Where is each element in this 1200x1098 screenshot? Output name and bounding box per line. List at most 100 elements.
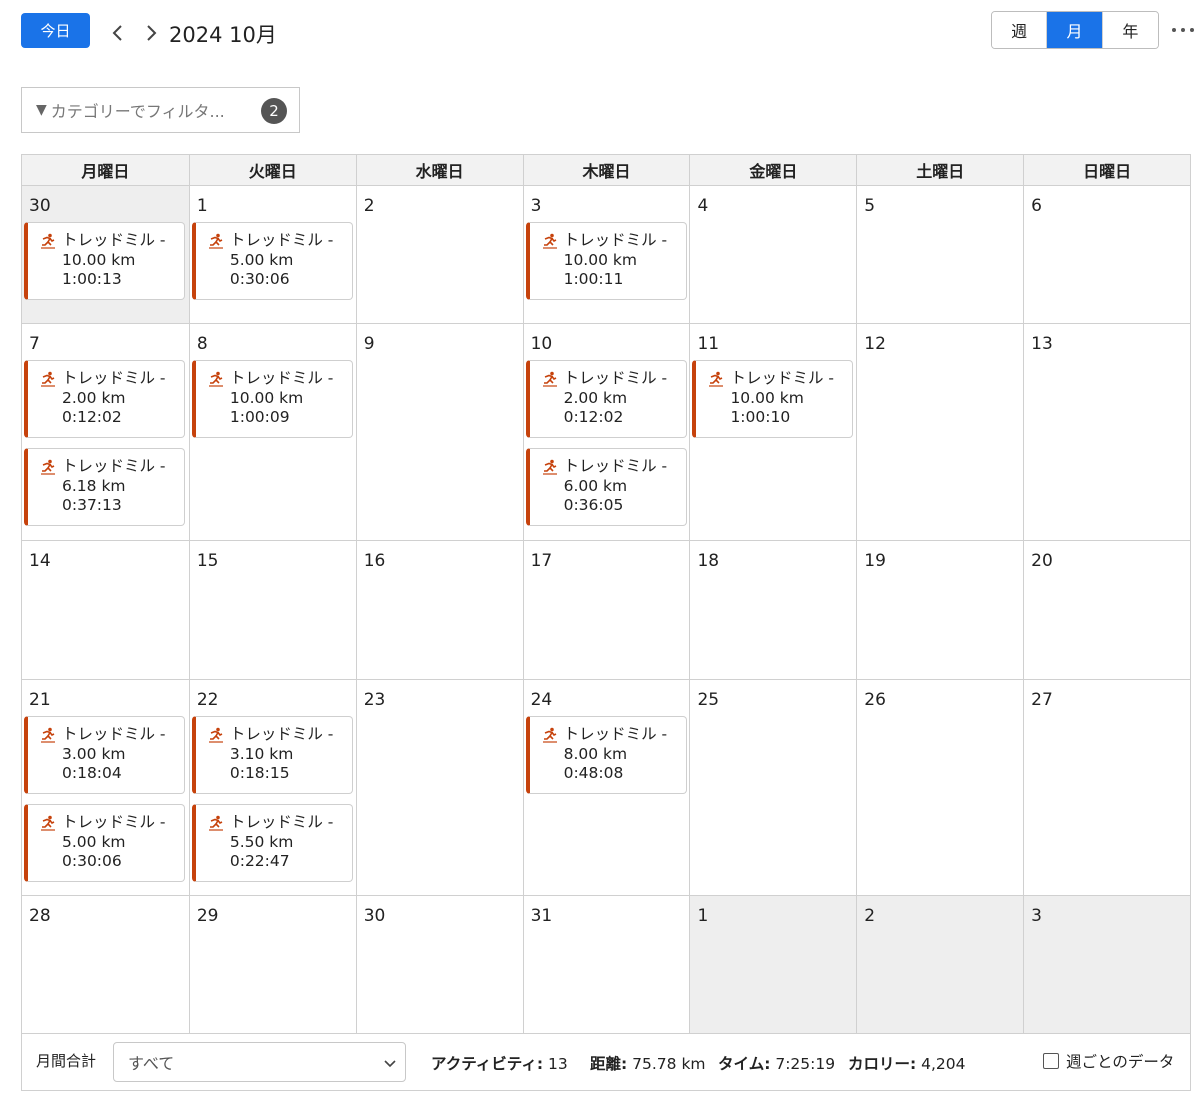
calendar-day-cell[interactable]: 5 (857, 186, 1025, 324)
calendar-day-cell[interactable]: 13 (1024, 324, 1192, 541)
category-select[interactable]: すべて (113, 1042, 406, 1082)
day-number: 24 (530, 690, 553, 710)
calendar-day-cell[interactable]: 16 (356, 541, 524, 680)
weekday-header: 月曜日 (22, 155, 190, 186)
event-duration: 0:12:02 (563, 408, 624, 426)
calendar-day-cell[interactable]: 12 (857, 324, 1025, 541)
running-person-icon (40, 727, 56, 743)
day-number: 31 (530, 906, 553, 926)
calendar-day-cell[interactable]: 7 トレッドミル -2.00 km 0:12:02 トレッドミル -6.18 km 0:… (22, 324, 190, 541)
calendar-day-cell[interactable]: 3 (1024, 896, 1192, 1034)
workout-event-card[interactable]: トレッドミル -10.00 km 1:00:10 (692, 360, 854, 438)
calendar-day-cell[interactable]: 27 (1024, 680, 1192, 896)
workout-event-card[interactable]: トレッドミル -3.10 km 0:18:15 (191, 716, 353, 794)
calendar-week-row: 30 トレッドミル -10.00 km 1:00:13 1 トレッドミル -5.00 k… (22, 186, 1192, 324)
workout-event-card[interactable]: トレッドミル -6.00 km 0:36:05 (525, 448, 687, 526)
activities-stat: アクティビティ: 13 (431, 1052, 568, 1074)
calendar-day-cell[interactable]: 1 トレッドミル -5.00 km 0:30:06 (189, 186, 357, 324)
workout-event-card[interactable]: トレッドミル -10.00 km 1:00:09 (191, 360, 353, 438)
calendar-day-cell[interactable]: 31 (523, 896, 691, 1034)
calendar-day-cell[interactable]: 21 トレッドミル -3.00 km 0:18:04 トレッドミル -5.00 km 0… (22, 680, 190, 896)
workout-event-card[interactable]: トレッドミル -5.00 km 0:30:06 (191, 222, 353, 300)
weekly-data-checkbox[interactable] (1043, 1053, 1059, 1069)
workout-event-card[interactable]: トレッドミル -6.18 km 0:37:13 (24, 448, 185, 526)
activities-value: 13 (548, 1055, 568, 1073)
today-button[interactable]: 今日 (21, 13, 90, 48)
workout-event-card[interactable]: トレッドミル -5.00 km 0:30:06 (24, 804, 185, 882)
calendar-day-cell[interactable]: 28 (22, 896, 190, 1034)
calendar-day-cell[interactable]: 26 (857, 680, 1025, 896)
calendar-day-cell[interactable]: 11 トレッドミル -10.00 km 1:00:10 (690, 324, 858, 541)
calendar-day-cell[interactable]: 14 (22, 541, 190, 680)
day-number: 17 (530, 551, 553, 571)
day-number: 2 (363, 196, 375, 216)
calendar-day-cell[interactable]: 18 (690, 541, 858, 680)
filter-count-badge: 2 (261, 98, 287, 124)
weekday-header: 火曜日 (189, 155, 357, 186)
dot (1181, 28, 1185, 32)
calendar-day-cell[interactable]: 24 トレッドミル -8.00 km 0:48:08 (523, 680, 691, 896)
event-duration: 0:36:05 (563, 496, 624, 514)
workout-event-card[interactable]: トレッドミル -8.00 km 0:48:08 (525, 716, 687, 794)
day-number: 8 (196, 334, 208, 354)
calendar-toolbar: 今日 2024 10月 週 月 年 (0, 0, 1200, 70)
event-duration: 1:00:10 (730, 408, 791, 426)
calendar-day-cell[interactable]: 25 (690, 680, 858, 896)
event-distance: 3.00 km (62, 744, 126, 763)
calendar-day-cell[interactable]: 4 (690, 186, 858, 324)
weekly-data-toggle[interactable]: 週ごとのデータ (1043, 1050, 1174, 1072)
workout-event-card[interactable]: トレッドミル -10.00 km 1:00:13 (24, 222, 185, 300)
calendar-day-cell[interactable]: 30 (356, 896, 524, 1034)
running-person-icon (542, 727, 558, 743)
monthly-total-label: 月間合計 (36, 1052, 97, 1070)
workout-event-card[interactable]: トレッドミル -3.00 km 0:18:04 (24, 716, 185, 794)
day-number: 21 (29, 690, 51, 710)
calendar-day-cell[interactable]: 29 (189, 896, 357, 1034)
view-toggle: 週 月 年 (991, 11, 1159, 49)
view-year-button[interactable]: 年 (1102, 12, 1158, 48)
calendar-day-cell[interactable]: 2 (356, 186, 524, 324)
chevron-down-icon (384, 1060, 396, 1068)
next-month-button[interactable] (144, 22, 158, 44)
event-duration: 1:00:13 (62, 270, 122, 288)
workout-event-card[interactable]: トレッドミル -2.00 km 0:12:02 (24, 360, 185, 438)
prev-month-button[interactable] (111, 22, 125, 44)
workout-event-card[interactable]: トレッドミル -5.50 km 0:22:47 (191, 804, 353, 882)
event-distance: 3.10 km (229, 744, 294, 763)
workout-event-card[interactable]: トレッドミル -2.00 km 0:12:02 (525, 360, 687, 438)
event-duration: 0:37:13 (62, 496, 122, 514)
calendar-day-cell[interactable]: 17 (523, 541, 691, 680)
weekday-header: 日曜日 (1024, 155, 1192, 186)
view-month-button[interactable]: 月 (1047, 12, 1103, 48)
calendar-day-cell[interactable]: 6 (1024, 186, 1192, 324)
calendar-day-cell[interactable]: 19 (857, 541, 1025, 680)
event-title: トレッドミル - (229, 725, 334, 743)
calendar-day-cell[interactable]: 15 (189, 541, 357, 680)
event-distance: 5.00 km (62, 832, 126, 851)
calendar-day-cell[interactable]: 10 トレッドミル -2.00 km 0:12:02 トレッドミル -6.00 km 0… (523, 324, 691, 541)
calendar-day-cell[interactable]: 20 (1024, 541, 1192, 680)
event-distance: 10.00 km (62, 250, 136, 269)
calendar-day-cell[interactable]: 30 トレッドミル -10.00 km 1:00:13 (22, 186, 190, 324)
more-options-icon[interactable] (1172, 22, 1194, 38)
weekday-header: 金曜日 (690, 155, 858, 186)
category-filter[interactable]: ▼ カテゴリーでフィルタ... 2 (21, 87, 300, 133)
event-title: トレッドミル - (563, 369, 668, 387)
day-number: 23 (363, 690, 386, 710)
calendar-day-cell[interactable]: 1 (690, 896, 858, 1034)
running-person-icon (40, 459, 56, 475)
calendar-day-cell[interactable]: 22 トレッドミル -3.10 km 0:18:15 トレッドミル -5.50 km 0… (189, 680, 357, 896)
event-title: トレッドミル - (229, 369, 334, 387)
event-title: トレッドミル - (563, 231, 668, 249)
running-person-icon (40, 233, 56, 249)
calendar-day-cell[interactable]: 8 トレッドミル -10.00 km 1:00:09 (189, 324, 357, 541)
view-week-button[interactable]: 週 (992, 12, 1048, 48)
calendar-day-cell[interactable]: 2 (857, 896, 1025, 1034)
event-duration: 1:00:09 (229, 408, 290, 426)
event-duration: 1:00:11 (563, 270, 624, 288)
calendar-day-cell[interactable]: 23 (356, 680, 524, 896)
calendar-day-cell[interactable]: 9 (356, 324, 524, 541)
workout-event-card[interactable]: トレッドミル -10.00 km 1:00:11 (525, 222, 687, 300)
calendar-day-cell[interactable]: 3 トレッドミル -10.00 km 1:00:11 (523, 186, 691, 324)
calories-label: カロリー: (848, 1055, 917, 1073)
